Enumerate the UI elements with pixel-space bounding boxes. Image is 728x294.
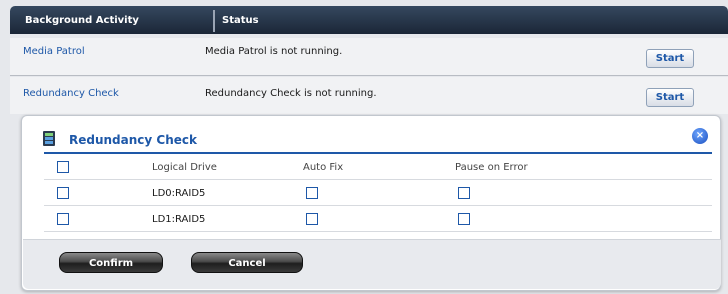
column-header-pause-on-error: Pause on Error <box>455 162 528 173</box>
cancel-button[interactable]: Cancel <box>191 252 303 273</box>
column-header-auto-fix: Auto Fix <box>303 162 344 173</box>
activity-table-header: Background Activity Status <box>10 6 728 34</box>
dialog-footer: Confirm Cancel <box>23 239 721 289</box>
dialog-title: Redundancy Check <box>69 133 197 147</box>
auto-fix-checkbox[interactable] <box>306 187 318 199</box>
activity-row-media-patrol: Media Patrol Media Patrol is not running… <box>10 38 728 75</box>
pause-on-error-checkbox[interactable] <box>458 213 470 225</box>
row-divider <box>10 75 728 76</box>
auto-fix-checkbox[interactable] <box>306 213 318 225</box>
select-drive-checkbox[interactable] <box>57 213 69 225</box>
logical-drive-name: LD1:RAID5 <box>152 214 206 225</box>
select-all-checkbox[interactable] <box>57 161 69 173</box>
table-row: LD1:RAID5 <box>44 208 712 232</box>
close-icon[interactable]: × <box>692 128 708 144</box>
activity-status: Media Patrol is not running. <box>205 46 343 57</box>
column-header-background-activity: Background Activity <box>25 15 139 26</box>
column-resize-handle[interactable] <box>213 10 215 32</box>
start-redundancy-check-button[interactable]: Start <box>646 88 694 107</box>
redundancy-check-dialog: Redundancy Check × Logical Drive Auto Fi… <box>21 115 721 291</box>
activity-status: Redundancy Check is not running. <box>205 88 377 99</box>
select-drive-checkbox[interactable] <box>57 187 69 199</box>
column-header-logical-drive: Logical Drive <box>152 162 217 173</box>
disk-array-icon <box>43 131 55 146</box>
table-row: LD0:RAID5 <box>44 182 712 206</box>
activity-link-media-patrol[interactable]: Media Patrol <box>23 46 85 57</box>
activity-link-redundancy-check[interactable]: Redundancy Check <box>23 88 119 99</box>
logical-drive-name: LD0:RAID5 <box>152 188 206 199</box>
confirm-button[interactable]: Confirm <box>59 252 163 273</box>
start-media-patrol-button[interactable]: Start <box>646 49 694 68</box>
table-header-row: Logical Drive Auto Fix Pause on Error <box>44 156 712 180</box>
activity-row-redundancy-check: Redundancy Check Redundancy Check is not… <box>10 77 728 114</box>
pause-on-error-checkbox[interactable] <box>458 187 470 199</box>
column-header-status: Status <box>222 15 259 26</box>
title-divider <box>44 152 712 154</box>
